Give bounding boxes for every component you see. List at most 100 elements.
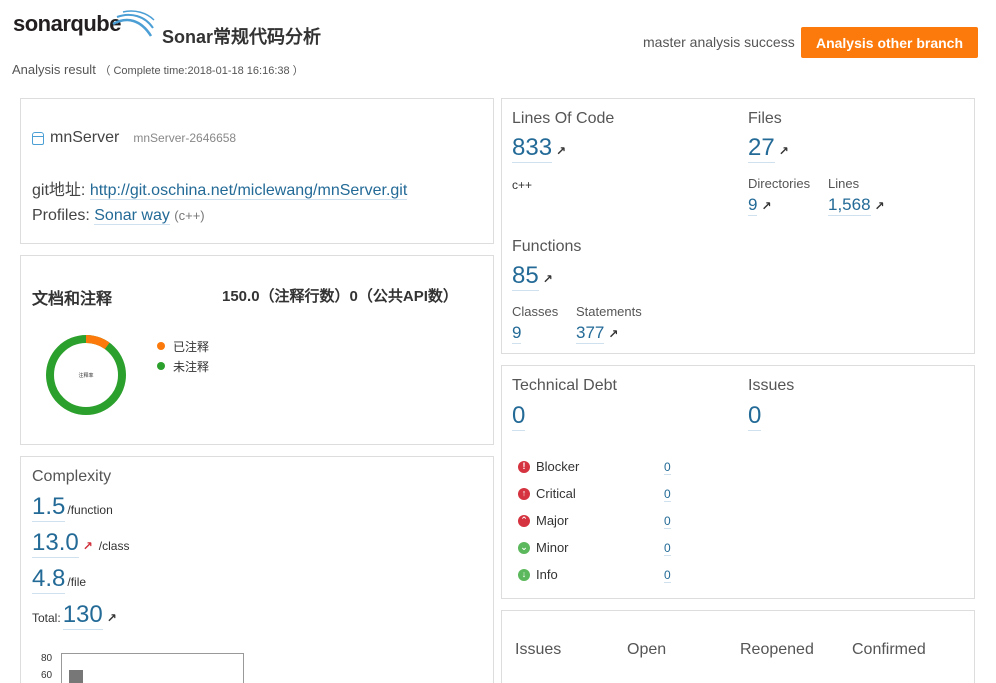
severity-major: ⌃ Major — [518, 513, 569, 528]
info-icon: ↓ — [518, 568, 530, 581]
severity-critical: ↑ Critical — [518, 486, 576, 501]
chart-bar — [69, 670, 83, 683]
technical-debt-label: Technical Debt — [512, 377, 617, 394]
subtitle-label: Analysis result — [12, 62, 96, 77]
minor-icon: ⌄ — [518, 541, 530, 554]
functions-label: Functions — [512, 238, 582, 255]
complexity-total: Total: 130 ↗ — [32, 601, 117, 630]
severity-blocker: ! Blocker — [518, 459, 579, 474]
analysis-result-subtitle: Analysis result （ Complete time:2018-01-… — [12, 62, 304, 78]
loc-label: Lines Of Code — [512, 110, 615, 127]
sonarqube-logo: sonarqube — [13, 10, 155, 37]
classes-label: Classes — [512, 304, 559, 319]
analysis-other-branch-button[interactable]: Analysis other branch — [801, 27, 978, 58]
complexity-per-class: 13.0 ↗ /class — [32, 529, 130, 558]
profiles-label: Profiles: — [32, 207, 90, 224]
critical-count[interactable]: 0 — [664, 487, 671, 502]
lines-value[interactable]: 1,568 — [828, 195, 871, 216]
complexity-per-function: 1.5 /function — [32, 493, 113, 522]
logo-wave-icon — [112, 10, 155, 37]
files-label: Files — [748, 110, 782, 127]
loc-row: 833 ↗ — [512, 134, 566, 163]
project-name: mnServer — [50, 129, 120, 146]
trend-up-icon: ↗ — [106, 611, 117, 625]
reopened-column-header: Reopened — [740, 641, 814, 658]
issues-label: Issues — [748, 377, 795, 394]
legend-item-uncommented: 未注释 — [157, 356, 209, 376]
comment-donut-chart: 注释率 — [46, 335, 126, 415]
critical-icon: ↑ — [518, 487, 530, 500]
profile-language: (c++) — [174, 208, 205, 223]
complexity-total-value[interactable]: 130 — [62, 601, 103, 630]
trend-up-icon: ↗ — [778, 144, 789, 158]
major-count[interactable]: 0 — [664, 514, 671, 529]
trend-up-icon: ↗ — [874, 199, 885, 213]
complexity-card: Complexity 1.5 /function 13.0 ↗ /class 4… — [20, 456, 494, 683]
files-value[interactable]: 27 — [748, 134, 775, 163]
size-card: Lines Of Code 833 ↗ c++ Files 27 ↗ Direc… — [501, 98, 975, 354]
project-name-row: mnServer mnServer-2646658 — [32, 129, 236, 147]
files-row: 27 ↗ — [748, 134, 789, 163]
info-count[interactable]: 0 — [664, 568, 671, 583]
loc-value[interactable]: 833 — [512, 134, 553, 163]
trend-up-red-icon: ↗ — [82, 539, 93, 553]
complexity-class-value[interactable]: 13.0 — [32, 529, 79, 558]
debt-card: Technical Debt 0 Issues 0 ! Blocker 0 ↑ … — [501, 365, 975, 599]
project-key: mnServer-2646658 — [133, 131, 237, 145]
minor-count[interactable]: 0 — [664, 541, 671, 556]
issues-table-card: Issues Open Reopened Confirmed — [501, 610, 975, 683]
statements-value[interactable]: 377 — [576, 323, 605, 344]
lines-label: Lines — [828, 176, 860, 191]
analysis-status: master analysis success — [643, 34, 795, 50]
severity-info: ↓ Info — [518, 567, 558, 582]
issues-value[interactable]: 0 — [748, 402, 762, 431]
comments-title: 文档和注释 — [32, 291, 113, 308]
complexity-function-value[interactable]: 1.5 — [32, 493, 66, 522]
classes-value[interactable]: 9 — [512, 323, 522, 344]
functions-value[interactable]: 85 — [512, 262, 539, 291]
blocker-count[interactable]: 0 — [664, 460, 671, 475]
directories-label: Directories — [748, 176, 811, 191]
chart-frame — [61, 653, 244, 683]
donut-center-label: 注释率 — [78, 372, 93, 379]
issues-row: 0 — [748, 402, 762, 431]
legend-item-commented: 已注释 — [157, 336, 209, 356]
language-label: c++ — [512, 178, 533, 192]
project-card: mnServer mnServer-2646658 git地址: http://… — [20, 98, 494, 244]
lines-row: 1,568 ↗ — [828, 195, 885, 216]
comment-legend: 已注释 未注释 — [157, 336, 209, 376]
chart-tick-label: 60 — [41, 670, 53, 681]
statements-label: Statements — [576, 304, 642, 319]
directories-value[interactable]: 9 — [748, 195, 758, 216]
chart-tick-label: 80 — [41, 653, 53, 664]
major-icon: ⌃ — [518, 514, 530, 527]
complexity-per-file: 4.8 /file — [32, 565, 87, 594]
open-column-header: Open — [627, 641, 667, 658]
confirmed-column-header: Confirmed — [852, 641, 926, 658]
complexity-chart: 80 60 — [29, 653, 249, 683]
comments-stat: 150.0（注释行数）0（公共API数） — [222, 288, 458, 305]
severity-minor: ⌄ Minor — [518, 540, 569, 555]
git-address-row: git地址: http://git.oschina.net/miclewang/… — [32, 176, 408, 200]
git-url-link[interactable]: http://git.oschina.net/miclewang/mnServe… — [89, 182, 408, 200]
classes-row: 9 — [512, 323, 522, 344]
logo-text: sonarqube — [13, 11, 121, 36]
trend-up-icon: ↗ — [556, 144, 567, 158]
blocker-icon: ! — [518, 460, 530, 473]
technical-debt-value[interactable]: 0 — [512, 402, 526, 431]
functions-row: 85 ↗ — [512, 262, 553, 291]
complete-time: （ Complete time:2018-01-18 16:16:38 ） — [99, 65, 304, 77]
trend-up-icon: ↗ — [608, 327, 619, 341]
trend-up-icon: ↗ — [542, 272, 553, 286]
statements-row: 377 ↗ — [576, 323, 618, 344]
directories-row: 9 ↗ — [748, 195, 772, 216]
project-icon — [32, 131, 44, 145]
profiles-row: Profiles: Sonar way (c++) — [32, 207, 205, 225]
issues-column-header: Issues — [515, 641, 562, 658]
technical-debt-row: 0 — [512, 402, 526, 431]
comments-card: 文档和注释 150.0（注释行数）0（公共API数） 注释率 已注释 未注释 — [20, 255, 494, 445]
trend-up-icon: ↗ — [761, 199, 772, 213]
complexity-title: Complexity — [32, 468, 112, 485]
complexity-file-value[interactable]: 4.8 — [32, 565, 66, 594]
profile-link[interactable]: Sonar way — [94, 207, 170, 225]
